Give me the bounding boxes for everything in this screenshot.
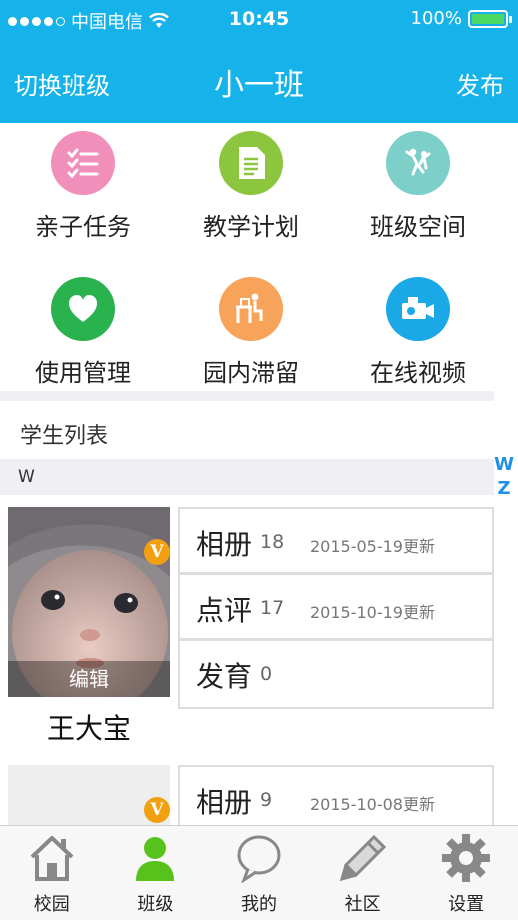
- stat-count: 0: [260, 663, 273, 685]
- stat-updated: 2015-05-19更新: [310, 537, 435, 556]
- student-stats: 相册 9 2015-10-08更新: [178, 765, 494, 825]
- student-photo[interactable]: V 编辑: [8, 507, 170, 697]
- dancer-icon: [386, 131, 450, 195]
- video-camera-icon: [386, 277, 450, 341]
- person-icon: [136, 837, 175, 881]
- stat-row-album[interactable]: 相册 18 2015-05-19更新: [180, 509, 492, 575]
- battery-percent: 100%: [410, 8, 462, 29]
- index-letter-z[interactable]: Z: [494, 477, 514, 501]
- house-icon: [30, 836, 74, 881]
- stat-key: 相册: [196, 786, 253, 819]
- tab-bar: 校园 班级 我的 社区 设置: [0, 825, 518, 920]
- index-letter-w[interactable]: W: [494, 453, 514, 477]
- student-stats: 相册 18 2015-05-19更新 点评 17 2015-10-19更新 发育…: [178, 507, 494, 709]
- tile-usage-management[interactable]: 使用管理: [3, 273, 163, 403]
- tab-class[interactable]: 班级: [104, 826, 208, 920]
- stat-count: 18: [260, 531, 285, 553]
- checklist-icon: [51, 131, 115, 195]
- feature-grid: 亲子任务 教学计划 班级空间 使用管理 园内滞留 在线视频: [0, 123, 494, 393]
- tab-label: 校园: [33, 894, 70, 915]
- stat-count: 17: [260, 597, 285, 619]
- tile-label: 园内滞留: [203, 359, 299, 387]
- chat-bubble-icon: [237, 835, 281, 883]
- tab-label: 我的: [240, 894, 277, 915]
- section-divider: [0, 391, 494, 401]
- stat-key: 点评: [196, 594, 253, 627]
- tile-label: 班级空间: [370, 213, 466, 241]
- tab-settings[interactable]: 设置: [414, 826, 518, 920]
- battery-icon: [468, 9, 512, 28]
- stat-row-development[interactable]: 发育 0: [180, 641, 492, 707]
- desk-icon: [219, 277, 283, 341]
- student-name: 王大宝: [46, 712, 131, 745]
- stat-key: 相册: [196, 528, 253, 561]
- alpha-group-header: W: [0, 459, 494, 495]
- stat-updated: 2015-10-08更新: [310, 795, 435, 814]
- tile-label: 在线视频: [370, 359, 466, 387]
- tile-online-video[interactable]: 在线视频: [338, 273, 498, 403]
- stat-row-album[interactable]: 相册 9 2015-10-08更新: [180, 767, 492, 825]
- page-title: 小一班: [214, 68, 304, 103]
- stat-count: 9: [260, 789, 273, 811]
- tile-teaching-plan[interactable]: 教学计划: [171, 127, 331, 257]
- vip-badge: V: [144, 797, 170, 823]
- tile-class-space[interactable]: 班级空间: [338, 127, 498, 257]
- alphabet-index[interactable]: W Z: [494, 453, 514, 501]
- tab-mine[interactable]: 我的: [207, 826, 311, 920]
- stat-updated: 2015-10-19更新: [310, 603, 435, 622]
- student-list-title: 学生列表: [20, 424, 109, 449]
- tab-label: 社区: [344, 894, 381, 915]
- edit-photo-button[interactable]: 编辑: [8, 661, 170, 697]
- tile-campus-stay[interactable]: 园内滞留: [171, 273, 331, 403]
- stat-row-review[interactable]: 点评 17 2015-10-19更新: [180, 575, 492, 641]
- publish-button[interactable]: 发布: [456, 66, 504, 101]
- vip-badge: V: [144, 539, 170, 565]
- group-letter: W: [18, 467, 35, 487]
- tile-label: 使用管理: [35, 359, 131, 387]
- status-bar: 中国电信 10:45 100%: [0, 6, 518, 34]
- tile-label: 教学计划: [203, 213, 299, 241]
- stat-key: 发育: [196, 660, 253, 693]
- tile-label: 亲子任务: [35, 213, 131, 241]
- tab-campus[interactable]: 校园: [0, 826, 104, 920]
- tab-community[interactable]: 社区: [311, 826, 415, 920]
- student-photo[interactable]: V: [8, 765, 170, 825]
- tile-parent-tasks[interactable]: 亲子任务: [3, 127, 163, 257]
- tab-label: 班级: [137, 894, 174, 915]
- document-icon: [219, 131, 283, 195]
- tab-label: 设置: [448, 894, 485, 915]
- gear-icon: [442, 834, 491, 882]
- top-bar: 中国电信 10:45 100% 切换班级 小一班 发布: [0, 0, 518, 123]
- heart-icon: [51, 277, 115, 341]
- main-content[interactable]: 亲子任务 教学计划 班级空间 使用管理 园内滞留 在线视频 学生列表 W W Z…: [0, 123, 518, 825]
- pencil-icon: [339, 834, 386, 882]
